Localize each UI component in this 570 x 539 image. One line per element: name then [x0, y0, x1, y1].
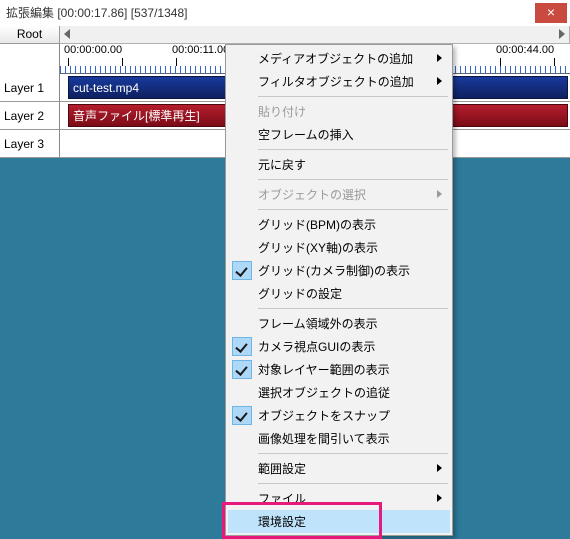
menu-item-label: 範囲設定	[258, 460, 306, 477]
menu-item-label: 環境設定	[258, 513, 306, 530]
ruler-gutter	[0, 44, 60, 74]
menu-item-label: フィルタオブジェクトの追加	[258, 73, 414, 90]
horizontal-scrollbar[interactable]	[60, 26, 570, 43]
check-icon	[232, 337, 252, 356]
menu-item[interactable]: フィルタオブジェクトの追加	[228, 70, 450, 93]
menu-separator	[258, 179, 448, 180]
menu-item-label: 選択オブジェクトの追従	[258, 384, 390, 401]
menu-item-label: オブジェクトの選択	[258, 186, 366, 203]
check-icon	[232, 261, 252, 280]
menu-item[interactable]: グリッド(BPM)の表示	[228, 213, 450, 236]
check-icon	[232, 406, 252, 425]
menu-item-label: フレーム領域外の表示	[258, 315, 378, 332]
layer-name[interactable]: Layer 3	[0, 130, 60, 157]
menu-item-label: グリッド(BPM)の表示	[258, 216, 376, 233]
menu-item-label: オブジェクトをスナップ	[258, 407, 390, 424]
close-button[interactable]: ×	[535, 3, 567, 23]
menu-item[interactable]: グリッドの設定	[228, 282, 450, 305]
menu-item-label: 元に戻す	[258, 156, 306, 173]
menu-item-label: グリッドの設定	[258, 285, 342, 302]
menu-item-label: グリッド(XY軸)の表示	[258, 239, 378, 256]
menu-item[interactable]: 環境設定	[228, 510, 450, 533]
menu-item[interactable]: ファイル	[228, 487, 450, 510]
menu-item: オブジェクトの選択	[228, 183, 450, 206]
menu-item-label: 貼り付け	[258, 103, 306, 120]
time-label: 00:00:00.00	[64, 44, 122, 56]
menu-item[interactable]: グリッド(XY軸)の表示	[228, 236, 450, 259]
menu-separator	[258, 483, 448, 484]
menu-item[interactable]: カメラ視点GUIの表示	[228, 335, 450, 358]
menu-separator	[258, 308, 448, 309]
menu-item-label: 画像処理を間引いて表示	[258, 430, 390, 447]
menu-item-label: 対象レイヤー範囲の表示	[258, 361, 390, 378]
menu-separator	[258, 209, 448, 210]
menu-item[interactable]: 対象レイヤー範囲の表示	[228, 358, 450, 381]
time-label: 00:00:11.00	[172, 44, 229, 56]
menu-item[interactable]: 空フレームの挿入	[228, 123, 450, 146]
menu-item[interactable]: 元に戻す	[228, 153, 450, 176]
context-menu[interactable]: メディアオブジェクトの追加フィルタオブジェクトの追加貼り付け空フレームの挿入元に…	[225, 44, 453, 536]
root-button[interactable]: Root	[0, 26, 60, 44]
menu-item[interactable]: フレーム領域外の表示	[228, 312, 450, 335]
menu-item[interactable]: オブジェクトをスナップ	[228, 404, 450, 427]
menu-item[interactable]: グリッド(カメラ制御)の表示	[228, 259, 450, 282]
menu-separator	[258, 96, 448, 97]
menu-item-label: ファイル	[258, 490, 306, 507]
menu-item[interactable]: 範囲設定	[228, 457, 450, 480]
titlebar: 拡張編集 [00:00:17.86] [537/1348] ×	[0, 0, 570, 26]
menu-item[interactable]: 選択オブジェクトの追従	[228, 381, 450, 404]
menu-item-label: 空フレームの挿入	[258, 126, 354, 143]
menu-separator	[258, 149, 448, 150]
time-label: 00:00:44.00	[496, 44, 554, 56]
menu-item: 貼り付け	[228, 100, 450, 123]
menu-separator	[258, 453, 448, 454]
menu-item-label: グリッド(カメラ制御)の表示	[258, 262, 410, 279]
menu-item[interactable]: メディアオブジェクトの追加	[228, 47, 450, 70]
menu-item[interactable]: 画像処理を間引いて表示	[228, 427, 450, 450]
menu-item-label: メディアオブジェクトの追加	[258, 50, 413, 67]
toolbar: Root	[0, 26, 570, 44]
close-icon: ×	[547, 4, 555, 20]
check-icon	[232, 360, 252, 379]
layer-name[interactable]: Layer 2	[0, 102, 60, 129]
window-title: 拡張編集 [00:00:17.86] [537/1348]	[6, 4, 535, 21]
layer-name[interactable]: Layer 1	[0, 74, 60, 101]
menu-item-label: カメラ視点GUIの表示	[258, 338, 375, 355]
